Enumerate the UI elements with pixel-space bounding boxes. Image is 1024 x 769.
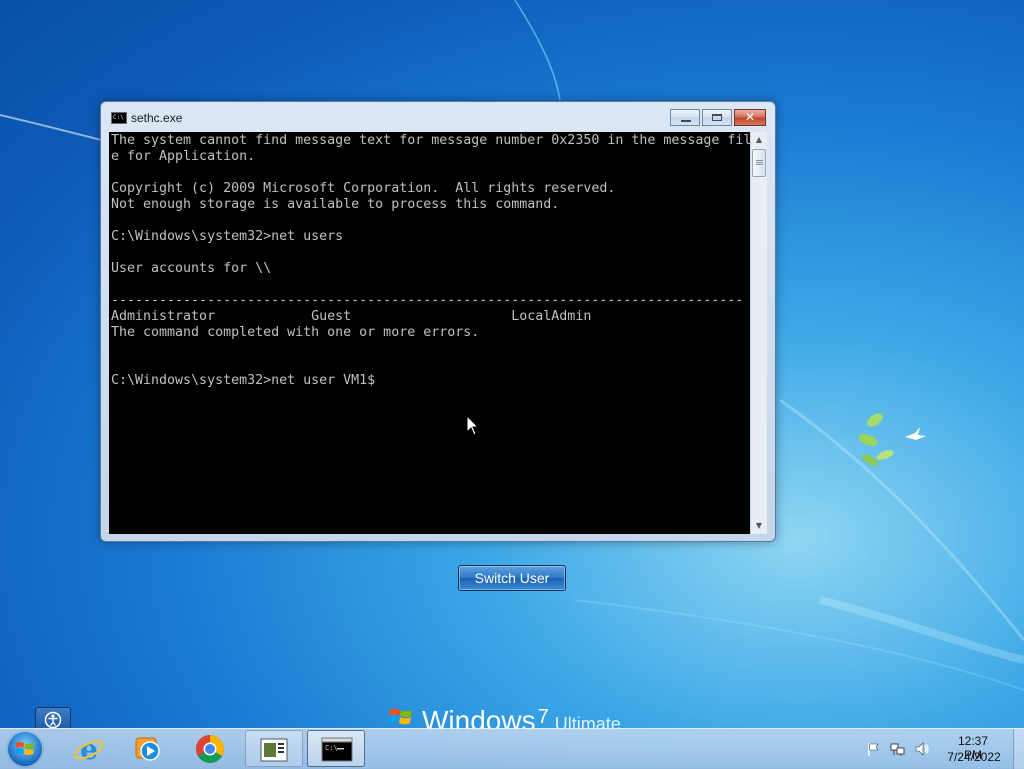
window-titlebar[interactable]: C:\ sethc.exe ✕: [101, 102, 775, 132]
maximize-button[interactable]: [702, 109, 732, 126]
clock-date[interactable]: 7/24/2022: [944, 750, 1004, 764]
console-line: e for Application.: [111, 149, 256, 164]
minimize-icon: [681, 120, 691, 122]
scroll-down-arrow-icon[interactable]: ▼: [751, 518, 767, 534]
taskbar: e C:\ 12:37 PM 7/24/2022: [0, 728, 1024, 769]
show-desktop-button[interactable]: [1013, 729, 1024, 769]
volume-icon[interactable]: [914, 741, 930, 757]
window-title: sethc.exe: [131, 111, 183, 125]
console-line: ----------------------------------------…: [111, 293, 744, 308]
notification-area: 12:37 PM 7/24/2022: [0, 729, 1024, 769]
caption-buttons: ✕: [670, 109, 766, 127]
brand-version-text: 7: [537, 706, 549, 728]
brand-windows-text: Windows: [422, 705, 536, 730]
console-window[interactable]: C:\ sethc.exe ✕ The system cannot find m…: [100, 101, 776, 542]
switch-user-button[interactable]: Switch User: [458, 565, 566, 591]
network-icon[interactable]: [890, 741, 906, 757]
console-window-icon: C:\: [111, 112, 127, 124]
scroll-up-arrow-icon[interactable]: ▲: [751, 132, 767, 148]
ease-of-access-icon: [44, 711, 62, 729]
brand-edition-text: Ultimate: [554, 714, 621, 730]
minimize-button[interactable]: [670, 109, 700, 126]
scrollbar-thumb[interactable]: [752, 149, 766, 177]
mouse-pointer-icon: [467, 416, 479, 436]
windows-logo-icon: [388, 708, 412, 725]
console-line: The system cannot find message text for …: [111, 133, 752, 148]
windows-branding: Windows 7 Ultimate: [388, 704, 621, 730]
console-prompt-line[interactable]: C:\Windows\system32>net user VM1$: [111, 373, 751, 389]
console-line: Copyright (c) 2009 Microsoft Corporation…: [111, 181, 616, 196]
console-line: Not enough storage is available to proce…: [111, 197, 560, 212]
console-line: C:\Windows\system32>net users: [111, 229, 344, 244]
console-text: The system cannot find message text for …: [111, 133, 751, 389]
vertical-scrollbar[interactable]: ▲ ▼: [750, 132, 767, 534]
console-line: User accounts for \\: [111, 261, 272, 276]
bird-branch-decoration: [858, 413, 926, 466]
console-output-area[interactable]: The system cannot find message text for …: [109, 132, 767, 534]
action-center-flag-icon[interactable]: [866, 741, 882, 757]
close-button[interactable]: ✕: [734, 109, 766, 126]
console-line: The command completed with one or more e…: [111, 325, 480, 340]
console-line: Administrator Guest LocalAdmin: [111, 309, 592, 324]
maximize-icon: [712, 114, 722, 121]
close-icon: ✕: [744, 110, 756, 124]
